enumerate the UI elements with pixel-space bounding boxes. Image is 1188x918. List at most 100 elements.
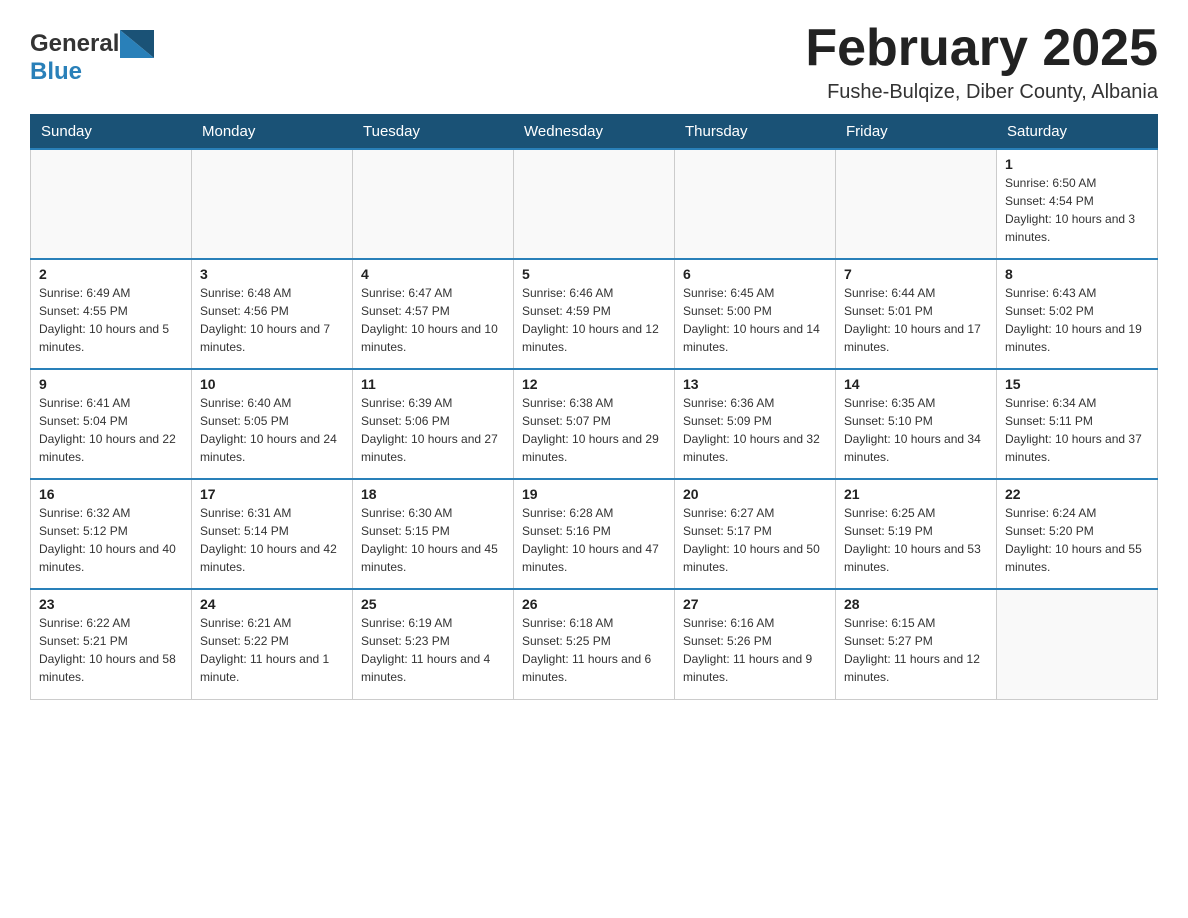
day-info: Sunrise: 6:45 AMSunset: 5:00 PMDaylight:… <box>683 284 827 356</box>
page-header: General Blue February 2025 Fushe-Bulqize… <box>30 20 1158 104</box>
day-info: Sunrise: 6:32 AMSunset: 5:12 PMDaylight:… <box>39 504 183 576</box>
calendar-cell: 22 Sunrise: 6:24 AMSunset: 5:20 PMDayligh… <box>997 479 1158 589</box>
day-info: Sunrise: 6:24 AMSunset: 5:20 PMDaylight:… <box>1005 504 1149 576</box>
day-info: Sunrise: 6:50 AMSunset: 4:54 PMDaylight:… <box>1005 174 1149 246</box>
calendar-cell <box>836 149 997 259</box>
day-info: Sunrise: 6:16 AMSunset: 5:26 PMDaylight:… <box>683 614 827 686</box>
calendar-week-row: 16Sunrise: 6:32 AMSunset: 5:12 PMDayligh… <box>31 479 1158 589</box>
day-number: 9 <box>39 376 183 392</box>
calendar-cell: 7Sunrise: 6:44 AMSunset: 5:01 PMDaylight… <box>836 259 997 369</box>
day-number: 10 <box>200 376 344 392</box>
day-number: 18 <box>361 486 505 502</box>
day-number: 12 <box>522 376 666 392</box>
day-number: 4 <box>361 266 505 282</box>
day-info: Sunrise: 6:25 AMSunset: 5:19 PMDaylight:… <box>844 504 988 576</box>
title-block: February 2025 Fushe-Bulqize, Diber Count… <box>805 20 1158 104</box>
day-number: 17 <box>200 486 344 502</box>
day-number: 19 <box>522 486 666 502</box>
day-info: Sunrise: 6:47 AMSunset: 4:57 PMDaylight:… <box>361 284 505 356</box>
day-number: 24 <box>200 596 344 612</box>
day-number: 22 <box>1005 486 1149 502</box>
calendar-cell <box>192 149 353 259</box>
day-info: Sunrise: 6:38 AMSunset: 5:07 PMDaylight:… <box>522 394 666 466</box>
day-number: 27 <box>683 596 827 612</box>
calendar-cell: 26Sunrise: 6:18 AMSunset: 5:25 PMDayligh… <box>514 589 675 699</box>
calendar-cell: 28 Sunrise: 6:15 AMSunset: 5:27 PMDayligh… <box>836 589 997 699</box>
logo-blue-text: Blue <box>30 58 82 85</box>
day-number: 1 <box>1005 156 1149 172</box>
calendar-cell: 4 Sunrise: 6:47 AMSunset: 4:57 PMDaylight… <box>353 259 514 369</box>
calendar-week-row: 23 Sunrise: 6:22 AMSunset: 5:21 PMDayligh… <box>31 589 1158 699</box>
calendar-cell: 18Sunrise: 6:30 AMSunset: 5:15 PMDayligh… <box>353 479 514 589</box>
day-header-monday: Monday <box>192 115 353 150</box>
day-info: Sunrise: 6:36 AMSunset: 5:09 PMDaylight:… <box>683 394 827 466</box>
day-info: Sunrise: 6:22 AMSunset: 5:21 PMDaylight:… <box>39 614 183 686</box>
calendar-cell: 27 Sunrise: 6:16 AMSunset: 5:26 PMDayligh… <box>675 589 836 699</box>
day-info: Sunrise: 6:15 AMSunset: 5:27 PMDaylight:… <box>844 614 988 686</box>
day-header-friday: Friday <box>836 115 997 150</box>
calendar-cell: 6 Sunrise: 6:45 AMSunset: 5:00 PMDaylight… <box>675 259 836 369</box>
calendar-cell: 1 Sunrise: 6:50 AMSunset: 4:54 PMDaylight… <box>997 149 1158 259</box>
calendar-cell: 24 Sunrise: 6:21 AMSunset: 5:22 PMDayligh… <box>192 589 353 699</box>
day-number: 3 <box>200 266 344 282</box>
day-number: 6 <box>683 266 827 282</box>
calendar-cell: 3 Sunrise: 6:48 AMSunset: 4:56 PMDaylight… <box>192 259 353 369</box>
day-number: 25 <box>361 596 505 612</box>
day-header-thursday: Thursday <box>675 115 836 150</box>
calendar-title: February 2025 <box>805 20 1158 77</box>
calendar-cell: 19 Sunrise: 6:28 AMSunset: 5:16 PMDayligh… <box>514 479 675 589</box>
day-number: 15 <box>1005 376 1149 392</box>
calendar-cell: 11 Sunrise: 6:39 AMSunset: 5:06 PMDayligh… <box>353 369 514 479</box>
logo-general-text: General <box>30 30 119 58</box>
day-number: 20 <box>683 486 827 502</box>
day-info: Sunrise: 6:40 AMSunset: 5:05 PMDaylight:… <box>200 394 344 466</box>
day-info: Sunrise: 6:27 AMSunset: 5:17 PMDaylight:… <box>683 504 827 576</box>
calendar-cell <box>997 589 1158 699</box>
day-number: 23 <box>39 596 183 612</box>
calendar-cell <box>353 149 514 259</box>
calendar-cell: 10 Sunrise: 6:40 AMSunset: 5:05 PMDayligh… <box>192 369 353 479</box>
calendar-cell: 9 Sunrise: 6:41 AMSunset: 5:04 PMDaylight… <box>31 369 192 479</box>
calendar-cell: 2Sunrise: 6:49 AMSunset: 4:55 PMDaylight… <box>31 259 192 369</box>
calendar-week-row: 1 Sunrise: 6:50 AMSunset: 4:54 PMDaylight… <box>31 149 1158 259</box>
calendar-cell: 14Sunrise: 6:35 AMSunset: 5:10 PMDayligh… <box>836 369 997 479</box>
calendar-cell: 21Sunrise: 6:25 AMSunset: 5:19 PMDayligh… <box>836 479 997 589</box>
day-number: 26 <box>522 596 666 612</box>
calendar-cell: 15 Sunrise: 6:34 AMSunset: 5:11 PMDayligh… <box>997 369 1158 479</box>
calendar-cell: 13 Sunrise: 6:36 AMSunset: 5:09 PMDayligh… <box>675 369 836 479</box>
logo: General Blue <box>30 30 155 86</box>
calendar-cell <box>514 149 675 259</box>
day-number: 28 <box>844 596 988 612</box>
day-header-tuesday: Tuesday <box>353 115 514 150</box>
calendar-week-row: 9 Sunrise: 6:41 AMSunset: 5:04 PMDaylight… <box>31 369 1158 479</box>
calendar-cell: 12 Sunrise: 6:38 AMSunset: 5:07 PMDayligh… <box>514 369 675 479</box>
day-info: Sunrise: 6:31 AMSunset: 5:14 PMDaylight:… <box>200 504 344 576</box>
day-number: 7 <box>844 266 988 282</box>
day-info: Sunrise: 6:19 AMSunset: 5:23 PMDaylight:… <box>361 614 505 686</box>
calendar-week-row: 2Sunrise: 6:49 AMSunset: 4:55 PMDaylight… <box>31 259 1158 369</box>
calendar-cell: 8 Sunrise: 6:43 AMSunset: 5:02 PMDaylight… <box>997 259 1158 369</box>
calendar-cell: 25 Sunrise: 6:19 AMSunset: 5:23 PMDayligh… <box>353 589 514 699</box>
day-info: Sunrise: 6:39 AMSunset: 5:06 PMDaylight:… <box>361 394 505 466</box>
day-number: 11 <box>361 376 505 392</box>
day-info: Sunrise: 6:28 AMSunset: 5:16 PMDaylight:… <box>522 504 666 576</box>
day-info: Sunrise: 6:46 AMSunset: 4:59 PMDaylight:… <box>522 284 666 356</box>
calendar-cell: 23 Sunrise: 6:22 AMSunset: 5:21 PMDayligh… <box>31 589 192 699</box>
day-header-saturday: Saturday <box>997 115 1158 150</box>
calendar-cell: 16Sunrise: 6:32 AMSunset: 5:12 PMDayligh… <box>31 479 192 589</box>
day-info: Sunrise: 6:49 AMSunset: 4:55 PMDaylight:… <box>39 284 183 356</box>
calendar-cell: 5 Sunrise: 6:46 AMSunset: 4:59 PMDaylight… <box>514 259 675 369</box>
day-number: 8 <box>1005 266 1149 282</box>
day-info: Sunrise: 6:43 AMSunset: 5:02 PMDaylight:… <box>1005 284 1149 356</box>
calendar-cell <box>675 149 836 259</box>
day-info: Sunrise: 6:34 AMSunset: 5:11 PMDaylight:… <box>1005 394 1149 466</box>
calendar-cell: 17 Sunrise: 6:31 AMSunset: 5:14 PMDayligh… <box>192 479 353 589</box>
day-info: Sunrise: 6:35 AMSunset: 5:10 PMDaylight:… <box>844 394 988 466</box>
logo-flag-icon <box>120 30 154 58</box>
day-number: 13 <box>683 376 827 392</box>
day-info: Sunrise: 6:41 AMSunset: 5:04 PMDaylight:… <box>39 394 183 466</box>
day-info: Sunrise: 6:21 AMSunset: 5:22 PMDaylight:… <box>200 614 344 686</box>
calendar-header-row: SundayMondayTuesdayWednesdayThursdayFrid… <box>31 115 1158 150</box>
day-number: 5 <box>522 266 666 282</box>
day-info: Sunrise: 6:48 AMSunset: 4:56 PMDaylight:… <box>200 284 344 356</box>
